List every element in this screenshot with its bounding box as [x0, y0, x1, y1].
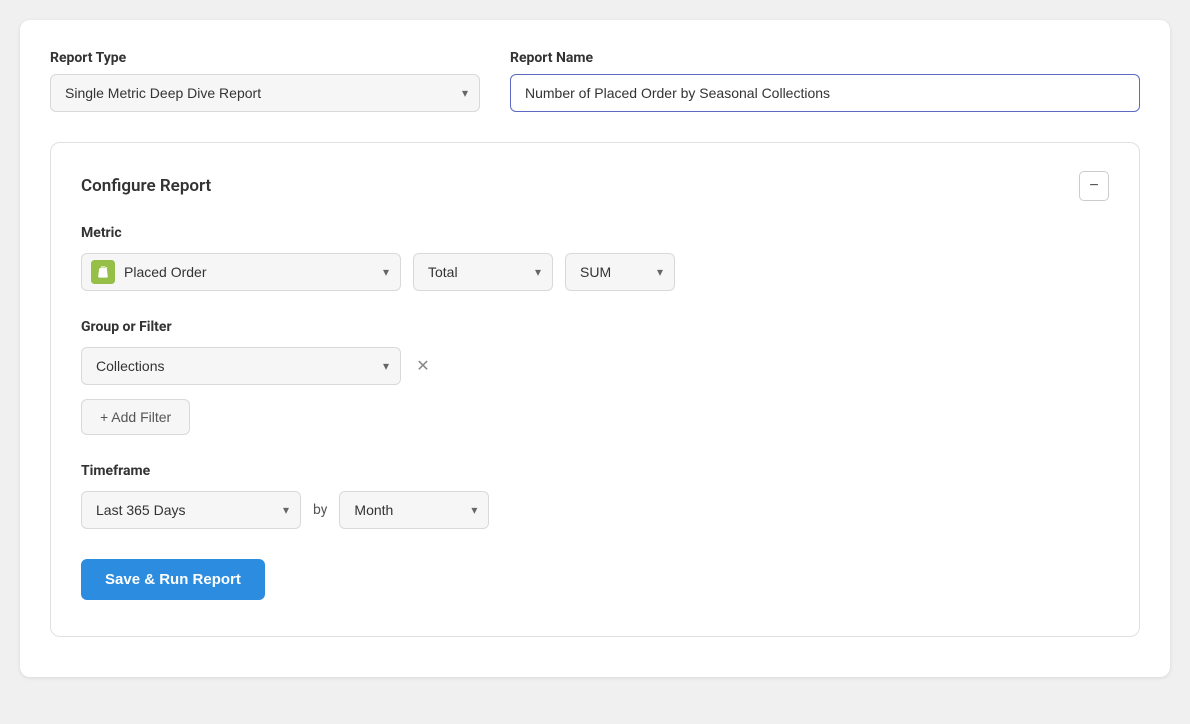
report-type-group: Report Type Single Metric Deep Dive Repo… [50, 50, 480, 112]
metric-event-select[interactable]: Placed Order Viewed Product Added to Car… [81, 253, 401, 291]
report-name-input[interactable] [510, 74, 1140, 112]
timeframe-granularity-wrapper: Month Week Day Hour ▾ [339, 491, 489, 529]
metric-section-label: Metric [81, 225, 1109, 241]
collapse-icon: − [1089, 177, 1098, 195]
save-run-button[interactable]: Save & Run Report [81, 559, 265, 600]
timeframe-section: Timeframe Last 365 Days Last 30 Days Las… [81, 463, 1109, 529]
by-label: by [313, 502, 327, 518]
filter-select-wrapper: Collections Product Category Country Dev… [81, 347, 401, 385]
configure-header: Configure Report − [81, 171, 1109, 201]
group-filter-section: Group or Filter Collections Product Cate… [81, 319, 1109, 435]
timeframe-range-wrapper: Last 365 Days Last 30 Days Last 7 Days T… [81, 491, 301, 529]
metric-function-select[interactable]: SUM AVG COUNT MIN MAX [565, 253, 675, 291]
filter-row: Collections Product Category Country Dev… [81, 347, 1109, 385]
page-container: Report Type Single Metric Deep Dive Repo… [20, 20, 1170, 677]
report-type-select-wrapper: Single Metric Deep Dive Report Multi Met… [50, 74, 480, 112]
timeframe-row: Last 365 Days Last 30 Days Last 7 Days T… [81, 491, 1109, 529]
collapse-button[interactable]: − [1079, 171, 1109, 201]
save-run-label: Save & Run Report [105, 571, 241, 588]
report-name-group: Report Name [510, 50, 1140, 112]
configure-card: Configure Report − Metric Placed Order V… [50, 142, 1140, 637]
metric-event-select-wrapper: Placed Order Viewed Product Added to Car… [81, 253, 401, 291]
timeframe-range-select[interactable]: Last 365 Days Last 30 Days Last 7 Days T… [81, 491, 301, 529]
report-type-label: Report Type [50, 50, 480, 66]
filter-select[interactable]: Collections Product Category Country Dev… [81, 347, 401, 385]
filter-remove-button[interactable]: ✕ [411, 354, 435, 378]
metric-aggregation-wrapper: Total Unique Per User ▾ [413, 253, 553, 291]
report-name-label: Report Name [510, 50, 1140, 66]
metric-aggregation-select[interactable]: Total Unique Per User [413, 253, 553, 291]
timeframe-granularity-select[interactable]: Month Week Day Hour [339, 491, 489, 529]
top-row: Report Type Single Metric Deep Dive Repo… [50, 50, 1140, 112]
metric-row: Placed Order Viewed Product Added to Car… [81, 253, 1109, 291]
metric-function-wrapper: SUM AVG COUNT MIN MAX ▾ [565, 253, 675, 291]
timeframe-label: Timeframe [81, 463, 1109, 479]
configure-title: Configure Report [81, 176, 211, 196]
filter-close-icon: ✕ [416, 356, 429, 376]
add-filter-label: + Add Filter [100, 409, 171, 425]
report-type-select[interactable]: Single Metric Deep Dive Report Multi Met… [50, 74, 480, 112]
add-filter-button[interactable]: + Add Filter [81, 399, 190, 435]
group-filter-label: Group or Filter [81, 319, 1109, 335]
